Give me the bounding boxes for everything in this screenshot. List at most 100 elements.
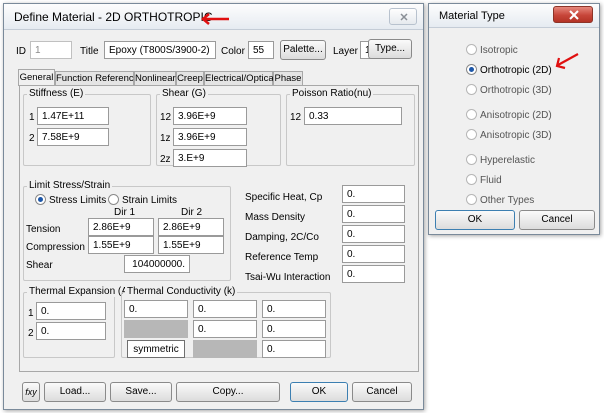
id-label: ID: [16, 46, 26, 57]
tension-dir2-field[interactable]: 2.86E+9: [158, 218, 224, 236]
limit-shear-field[interactable]: 104000000.: [124, 255, 190, 273]
orthotropic-2d-label[interactable]: Orthotropic (2D): [480, 65, 552, 76]
tab-general[interactable]: General: [18, 69, 55, 86]
dir2-header: Dir 2: [181, 207, 203, 218]
thermal-expansion-key-1: 1: [28, 308, 34, 319]
material-type-close-button[interactable]: [553, 6, 593, 23]
close-x-icon: [569, 10, 579, 20]
tension-dir1-field[interactable]: 2.86E+9: [88, 218, 154, 236]
material-type-cancel-button[interactable]: Cancel: [519, 210, 595, 230]
close-x-icon: [400, 13, 408, 21]
compression-dir1-field[interactable]: 1.55E+9: [88, 236, 154, 254]
conductivity-k21-disabled: [124, 320, 188, 338]
shear-g1z-field[interactable]: 3.96E+9: [173, 128, 247, 146]
isotropic-label[interactable]: Isotropic: [480, 45, 518, 56]
palette-button[interactable]: Palette...: [280, 40, 326, 60]
shear-g12-field[interactable]: 3.96E+9: [173, 107, 247, 125]
material-type-title: Material Type: [439, 10, 505, 22]
color-field[interactable]: 55: [248, 41, 274, 59]
material-type-titlebar[interactable]: Material Type: [429, 4, 599, 28]
ok-button[interactable]: OK: [290, 382, 348, 402]
mass-density-field[interactable]: 0.: [342, 205, 405, 223]
shear-key-2z: 2z: [160, 154, 171, 165]
conductivity-k11-field[interactable]: 0.: [124, 300, 188, 318]
poisson-key-12: 12: [290, 112, 302, 123]
conductivity-k33-field[interactable]: 0.: [262, 340, 326, 358]
red-arrow-icon: [555, 53, 579, 70]
fluid-label[interactable]: Fluid: [480, 175, 502, 186]
symmetric-checkbox[interactable]: symmetric: [127, 340, 185, 358]
stiffness-e1-field[interactable]: 1.47E+11: [37, 107, 109, 125]
define-material-titlebar[interactable]: Define Material - 2D ORTHOTROPIC: [4, 4, 423, 30]
stiffness-key-2: 2: [29, 133, 35, 144]
save-button[interactable]: Save...: [110, 382, 172, 402]
type-button[interactable]: Type...: [368, 39, 412, 59]
orthotropic-3d-label[interactable]: Orthotropic (3D): [480, 85, 552, 96]
tab-nonlinear[interactable]: Nonlinear: [134, 71, 176, 85]
fxy-button[interactable]: fxy: [22, 382, 40, 402]
tab-electrical-optical[interactable]: Electrical/Optical: [204, 71, 276, 85]
stress-limits-label[interactable]: Stress Limits: [49, 195, 106, 206]
tab-creep[interactable]: Creep: [176, 71, 204, 85]
shear-key-1z: 1z: [160, 133, 171, 144]
thermal-expansion-key-2: 2: [28, 328, 34, 339]
tension-label: Tension: [26, 224, 61, 235]
thermal-expansion-label: Thermal Expansion (A): [27, 286, 134, 297]
anisotropic-3d-radio[interactable]: [466, 129, 477, 140]
mass-density-label: Mass Density: [245, 212, 306, 223]
material-type-ok-button[interactable]: OK: [435, 210, 515, 230]
copy-button[interactable]: Copy...: [176, 382, 280, 402]
other-types-radio[interactable]: [466, 194, 477, 205]
poisson-nu12-field[interactable]: 0.33: [304, 107, 402, 125]
tsai-wu-field[interactable]: 0.: [342, 265, 405, 283]
conductivity-k22-field[interactable]: 0.: [193, 320, 257, 338]
tab-function-references[interactable]: Function References: [55, 71, 144, 85]
compression-dir2-field[interactable]: 1.55E+9: [158, 236, 224, 254]
anisotropic-2d-label[interactable]: Anisotropic (2D): [480, 110, 552, 121]
color-label: Color: [221, 46, 245, 57]
conductivity-k23-field[interactable]: 0.: [262, 320, 326, 338]
fxy-label: fxy: [25, 387, 37, 397]
title-field[interactable]: Epoxy (T800S/3900-2): [104, 41, 216, 59]
hyperelastic-label[interactable]: Hyperelastic: [480, 155, 535, 166]
define-material-dialog: Define Material - 2D ORTHOTROPIC ID 1 Ti…: [3, 3, 424, 410]
orthotropic-2d-radio[interactable]: [466, 64, 477, 75]
stiffness-key-1: 1: [29, 112, 35, 123]
stiffness-e2-field[interactable]: 7.58E+9: [37, 128, 109, 146]
hyperelastic-radio[interactable]: [466, 154, 477, 165]
conductivity-k32-disabled: [193, 340, 257, 358]
orthotropic-3d-radio[interactable]: [466, 84, 477, 95]
compression-label: Compression: [26, 242, 85, 253]
cancel-button[interactable]: Cancel: [352, 382, 412, 402]
specific-heat-field[interactable]: 0.: [342, 185, 405, 203]
id-field[interactable]: 1: [30, 41, 72, 59]
specific-heat-label: Specific Heat, Cp: [245, 192, 323, 203]
other-types-label[interactable]: Other Types: [480, 195, 534, 206]
stress-limits-radio[interactable]: [35, 194, 46, 205]
thermal-conductivity-label: Thermal Conductivity (k): [125, 286, 238, 297]
conductivity-k12-field[interactable]: 0.: [193, 300, 257, 318]
anisotropic-3d-label[interactable]: Anisotropic (3D): [480, 130, 552, 141]
poisson-label: Poisson Ratio(nu): [290, 88, 374, 99]
thermal-expansion-a1-field[interactable]: 0.: [36, 302, 106, 320]
isotropic-radio[interactable]: [466, 44, 477, 55]
tab-phase[interactable]: Phase: [273, 71, 303, 85]
fluid-radio[interactable]: [466, 174, 477, 185]
shear-g2z-field[interactable]: 3.E+9: [173, 149, 247, 167]
strain-limits-radio[interactable]: [108, 194, 119, 205]
poisson-group: [286, 94, 415, 166]
conductivity-k13-field[interactable]: 0.: [262, 300, 326, 318]
shear-key-12: 12: [160, 112, 172, 123]
close-button[interactable]: [389, 8, 417, 25]
reference-temp-field[interactable]: 0.: [342, 245, 405, 263]
damping-label: Damping, 2C/Co: [245, 232, 319, 243]
strain-limits-label[interactable]: Strain Limits: [122, 195, 177, 206]
thermal-expansion-a2-field[interactable]: 0.: [36, 322, 106, 340]
damping-field[interactable]: 0.: [342, 225, 405, 243]
anisotropic-2d-radio[interactable]: [466, 109, 477, 120]
reference-temp-label: Reference Temp: [245, 252, 319, 263]
define-material-title: Define Material - 2D ORTHOTROPIC: [14, 10, 213, 24]
load-button[interactable]: Load...: [44, 382, 106, 402]
layer-label: Layer: [333, 46, 359, 57]
title-label: Title: [80, 46, 99, 57]
